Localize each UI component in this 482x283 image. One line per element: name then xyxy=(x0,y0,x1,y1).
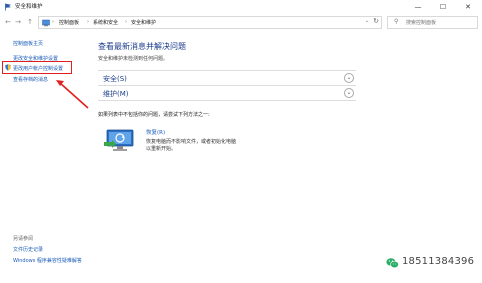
see-also-heading: 另请参阅 xyxy=(13,236,34,242)
crumb-system-security[interactable]: 系统和安全 xyxy=(93,19,118,26)
compat-troubleshooter-link[interactable]: Windows 程序兼容性疑难解答 xyxy=(13,257,82,264)
window-title: 安全和维护 xyxy=(15,4,43,10)
crumb-separator: › xyxy=(52,18,54,25)
crumb-separator: › xyxy=(125,18,127,25)
page-heading: 查看最新消息并解决问题 xyxy=(98,42,186,51)
flag-icon xyxy=(5,3,11,11)
recovery-description: 恢复电脑而不影响文件，或者初始化电脑以重新开始。 xyxy=(146,139,237,152)
search-box[interactable]: ⚲ xyxy=(387,16,478,29)
title-bar: 安全和维护 — ☐ ✕ xyxy=(0,0,482,14)
computer-recovery-icon[interactable] xyxy=(104,128,138,154)
security-section[interactable]: 安全(S) ⌄ xyxy=(98,70,356,85)
address-row: ← → ↑ › 控制面板 › 系统和安全 › 安全和维护 ⌄ ↻ ⚲ xyxy=(0,14,482,30)
up-button[interactable]: ↑ xyxy=(25,17,35,27)
file-history-link[interactable]: 文件历史记录 xyxy=(13,246,43,253)
minimize-button[interactable]: — xyxy=(406,1,430,13)
forward-button[interactable]: → xyxy=(13,17,23,27)
page-subheading: 安全和维护未检测到任何问题。 xyxy=(98,56,169,62)
maintenance-section[interactable]: 维护(M) ⌄ xyxy=(98,85,356,100)
security-section-title[interactable]: 安全(S) xyxy=(103,74,127,84)
annotation-arrow xyxy=(56,80,89,109)
archived-messages-link[interactable]: 查看存档的消息 xyxy=(13,76,48,83)
search-input[interactable] xyxy=(406,18,476,28)
close-button[interactable]: ✕ xyxy=(456,1,480,13)
crumb-control-panel[interactable]: 控制面板 xyxy=(59,19,79,26)
address-bar[interactable]: › 控制面板 › 系统和安全 › 安全和维护 ⌄ ↻ xyxy=(38,16,382,29)
back-button[interactable]: ← xyxy=(3,17,13,27)
search-icon: ⚲ xyxy=(394,18,399,25)
shield-icon xyxy=(5,64,11,71)
control-panel-home-link[interactable]: 控制面板主页 xyxy=(13,40,43,47)
crumb-separator: › xyxy=(87,18,89,25)
recovery-link[interactable]: 恢复(R) xyxy=(146,128,165,136)
chevron-down-icon[interactable]: ⌄ xyxy=(344,88,354,98)
wechat-icon xyxy=(386,258,399,269)
maintenance-section-title[interactable]: 维护(M) xyxy=(103,89,129,99)
uac-settings-link[interactable]: 更改用户帐户控制设置 xyxy=(13,65,63,72)
control-panel-icon xyxy=(42,19,50,27)
section-divider xyxy=(98,100,356,101)
maximize-button[interactable]: ☐ xyxy=(431,1,455,13)
crumb-security-maintenance[interactable]: 安全和维护 xyxy=(131,19,156,26)
watermark-phone-number: 18511384396 xyxy=(402,256,475,267)
address-dropdown-button[interactable]: ⌄ xyxy=(365,18,369,24)
problem-hint-text: 如果列表中不包括你的问题，请尝试下列方法之一: xyxy=(98,112,210,118)
refresh-button[interactable]: ↻ xyxy=(373,17,379,25)
chevron-down-icon[interactable]: ⌄ xyxy=(344,73,354,83)
